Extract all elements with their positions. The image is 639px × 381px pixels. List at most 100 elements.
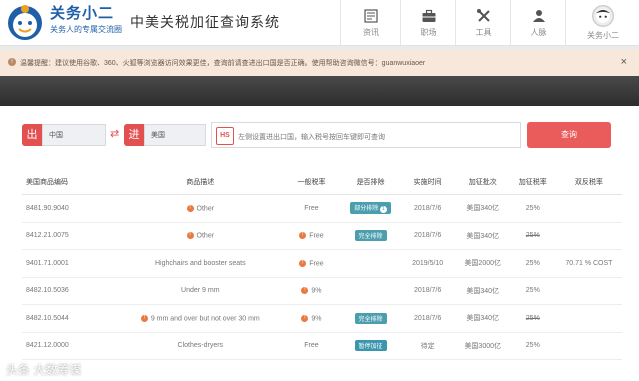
- description: ! Other: [119, 222, 282, 250]
- nav-item-jobs[interactable]: 职场: [400, 0, 456, 45]
- info-dot-icon[interactable]: !: [299, 259, 307, 267]
- watermark: 头条 大数筹谋: [6, 363, 82, 377]
- nav-label: 资讯: [363, 27, 379, 37]
- import-tag: 进: [124, 124, 144, 146]
- brand-slogan: 关务人的专属交流圈: [50, 25, 122, 34]
- nav-item-contacts[interactable]: 人脉: [510, 0, 566, 45]
- exclusion: [341, 249, 400, 278]
- nav-item-user[interactable]: 关务小二: [565, 0, 639, 45]
- batch: 美国3000亿: [455, 332, 510, 360]
- swap-icon[interactable]: ⇄: [110, 127, 119, 140]
- export-country-select[interactable]: 中国: [42, 124, 106, 146]
- col-header: 美国商品编码: [22, 170, 120, 195]
- additional-rate: 25%: [509, 277, 556, 305]
- info-dot-icon[interactable]: !: [299, 232, 307, 240]
- general-rate: ! 9%: [281, 277, 342, 305]
- top-header: 关务小二 关务人的专属交流圈 中美关税加征查询系统 资讯 职场 工具 人脉 关务…: [0, 0, 639, 46]
- people-icon: [532, 9, 545, 22]
- notice-text: 温馨提醒：建议使用谷歌、360、火狐等浏览器访问效果更佳，查询前请查进出口国是否…: [20, 60, 426, 67]
- nav-item-tools[interactable]: 工具: [455, 0, 511, 45]
- ad-cvd-rate: [555, 222, 622, 250]
- exclusion-badge[interactable]: 暂停加征: [354, 340, 387, 352]
- batch: 美国340亿: [455, 304, 510, 333]
- nav-item-news[interactable]: 资讯: [340, 0, 401, 45]
- user-avatar-icon: [592, 4, 614, 27]
- effective-date: 待定: [399, 332, 456, 360]
- general-rate: ! 9%: [281, 304, 342, 333]
- tariff-table: 美国商品编码 商品描述 一般税率 是否排除 实施时间 加征批次 加征税率 双反税…: [22, 170, 622, 360]
- exclusion-badge[interactable]: 完全排除: [354, 312, 387, 324]
- additional-rate: 25%: [509, 304, 556, 333]
- info-dot-icon[interactable]: !: [140, 314, 148, 322]
- table-row[interactable]: 9401.71.0001 Highchairs and booster seat…: [22, 249, 622, 278]
- hs-code: 8482.10.5044: [22, 304, 120, 333]
- exclusion: 完全排除: [341, 304, 400, 333]
- briefcase-icon: [422, 9, 435, 22]
- tools-icon: [476, 8, 490, 22]
- exclusion: 暂停加征: [341, 332, 400, 360]
- exclusion-badge[interactable]: 完全排除: [354, 230, 387, 242]
- exclusion-badge[interactable]: 部分排除 1: [350, 202, 391, 215]
- general-rate: ! Free: [281, 249, 342, 278]
- table-row[interactable]: 8482.10.5036 Under 9 mm ! 9% 2018/7/6 美国3…: [22, 277, 622, 305]
- table-row[interactable]: 8481.90.9040 ! Other Free 部分排除 1 2018/7/6…: [22, 194, 622, 223]
- newspaper-icon: [364, 8, 378, 23]
- general-rate: Free: [281, 194, 342, 223]
- col-header: 一般税率: [281, 170, 342, 195]
- notice-banner: ! 温馨提醒：建议使用谷歌、360、火狐等浏览器访问效果更佳，查询前请查进出口国…: [0, 50, 639, 77]
- hs-icon: HS: [216, 127, 234, 145]
- additional-rate: 25%: [509, 332, 556, 360]
- batch: 美国340亿: [455, 194, 510, 223]
- hs-code: 8421.12.0000: [22, 332, 120, 360]
- nav-label: 关务小二: [587, 30, 619, 40]
- ad-cvd-rate: 70.71 % COST: [555, 249, 622, 278]
- brand-logo[interactable]: [6, 4, 44, 42]
- close-icon[interactable]: ×: [621, 56, 627, 68]
- query-button[interactable]: 查询: [527, 122, 611, 148]
- import-country-select[interactable]: 美国: [144, 124, 206, 146]
- hs-code-input[interactable]: HS 左侧设置进出口国，输入税号按回车键即可查询: [211, 122, 521, 148]
- col-header: 实施时间: [399, 170, 456, 195]
- general-rate: ! Free: [281, 222, 342, 250]
- query-panel: 出 中国 ⇄ 进 美国 HS 左侧设置进出口国，输入税号按回车键即可查询 查询 …: [0, 106, 639, 381]
- col-header: 商品描述: [119, 170, 282, 195]
- additional-rate: 25%: [509, 194, 556, 223]
- nav-label: 人脉: [530, 27, 547, 37]
- search-row: 出 中国 ⇄ 进 美国 HS 左侧设置进出口国，输入税号按回车键即可查询 查询: [22, 122, 622, 150]
- table-row[interactable]: 8482.10.5044 ! 9 mm and over but not over…: [22, 304, 622, 333]
- effective-date: 2018/7/6: [399, 277, 456, 305]
- brand-name: 关务小二: [50, 5, 115, 22]
- description: ! 9 mm and over but not over 30 mm: [119, 304, 282, 333]
- info-dot-icon[interactable]: !: [301, 314, 309, 322]
- info-icon: !: [8, 58, 16, 66]
- nav-label: 工具: [475, 27, 492, 37]
- info-dot-icon[interactable]: !: [186, 204, 194, 212]
- hs-code: 8481.90.9040: [22, 194, 120, 223]
- nav-label: 职场: [420, 27, 437, 37]
- hs-placeholder: 左侧设置进出口国，输入税号按回车键即可查询: [238, 134, 385, 141]
- table-header-row: 美国商品编码 商品描述 一般税率 是否排除 实施时间 加征批次 加征税率 双反税…: [22, 170, 622, 195]
- effective-date: 2019/5/10: [399, 249, 456, 278]
- col-header: 双反税率: [555, 170, 622, 195]
- batch: 美国340亿: [455, 222, 510, 250]
- description: Under 9 mm: [119, 277, 282, 305]
- ad-cvd-rate: [555, 304, 622, 333]
- hs-code: 8412.21.0075: [22, 222, 120, 250]
- hs-code: 9401.71.0001: [22, 249, 120, 278]
- table-row[interactable]: 8421.12.0000 Clothes-dryers Free 暂停加征 待定…: [22, 332, 622, 360]
- brand: 关务小二 关务人的专属交流圈: [50, 5, 122, 35]
- info-dot-icon[interactable]: !: [301, 287, 309, 295]
- exclusion: [341, 277, 400, 305]
- info-dot-icon[interactable]: !: [186, 232, 194, 240]
- ad-cvd-rate: [555, 194, 622, 223]
- ad-cvd-rate: [555, 332, 622, 360]
- page-title: 中美关税加征查询系统: [130, 14, 280, 30]
- table-row[interactable]: 8412.21.0075 ! Other ! Free 完全排除 2018/7/6 …: [22, 222, 622, 250]
- col-header: 加征税率: [509, 170, 556, 195]
- col-header: 是否排除: [341, 170, 400, 195]
- effective-date: 2018/7/6: [399, 194, 456, 223]
- effective-date: 2018/7/6: [399, 304, 456, 333]
- additional-rate: 25%: [509, 249, 556, 278]
- exclusion-info-count: 1: [379, 206, 387, 214]
- description: ! Other: [119, 194, 282, 223]
